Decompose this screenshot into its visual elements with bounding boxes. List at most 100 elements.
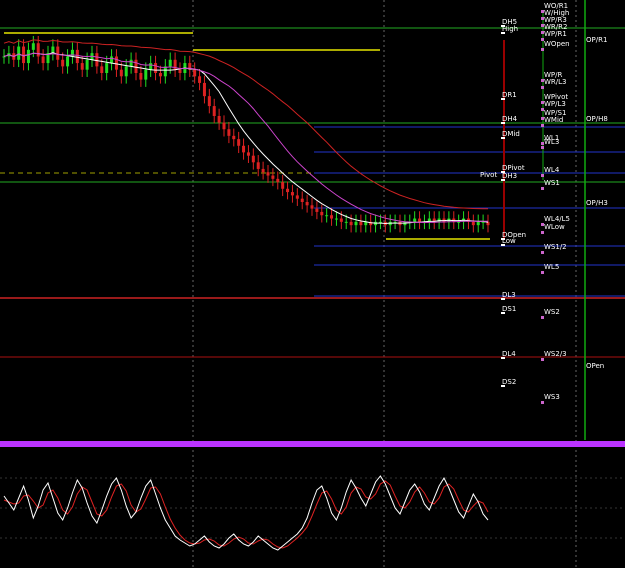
candle-body-51	[251, 155, 255, 163]
daily-label-11: DL4	[502, 350, 516, 358]
chart-background	[0, 0, 625, 568]
weekly-marker-7	[541, 86, 544, 89]
weekly-marker-22	[541, 401, 544, 404]
candle-body-31	[154, 63, 158, 73]
weekly-marker-18	[541, 251, 544, 254]
weekly-label-18: WS1/2	[544, 243, 567, 251]
candle-body-60	[295, 195, 299, 199]
candle-body-68	[334, 218, 338, 220]
candle-body-29	[144, 69, 148, 80]
candle-body-4	[22, 46, 26, 64]
panel-separator	[0, 441, 625, 447]
weekly-marker-15	[541, 187, 544, 190]
candle-body-12	[61, 59, 65, 67]
weekly-marker-19	[541, 271, 544, 274]
candle-body-59	[290, 192, 294, 196]
weekly-label-15: WS1	[544, 179, 560, 187]
candle-body-66	[325, 215, 329, 217]
candle-body-57	[281, 182, 285, 189]
daily-label-10: DS1	[502, 305, 516, 313]
candle-body-58	[286, 188, 290, 193]
candle-body-96	[471, 221, 475, 226]
candle-body-85	[418, 218, 422, 222]
candle-body-40	[198, 76, 202, 83]
daily-label-2: DR1	[502, 91, 517, 99]
daily-marker-4	[501, 137, 505, 139]
weekly-label-5: WOpen	[544, 40, 570, 48]
candle-body-21	[105, 63, 109, 73]
weekly-marker-21	[541, 358, 544, 361]
candle-body-65	[320, 211, 324, 216]
other-label-2: OP/H3	[586, 199, 608, 207]
candle-body-73	[359, 221, 363, 226]
weekly-marker-14	[541, 174, 544, 177]
daily-marker-11	[501, 357, 505, 359]
candle-body-61	[300, 198, 304, 202]
candle-body-3	[17, 46, 21, 60]
candle-body-44	[217, 116, 221, 123]
candle-body-28	[139, 73, 143, 80]
weekly-label-22: WS3	[544, 393, 560, 401]
candle-body-30	[149, 63, 153, 70]
candle-body-7	[36, 43, 40, 57]
candle-body-39	[193, 69, 197, 77]
daily-label-6: DH3	[502, 172, 517, 180]
weekly-marker-11	[541, 124, 544, 127]
weekly-label-13: WL3	[544, 138, 559, 146]
candle-body-71	[349, 221, 353, 226]
candle-body-56	[276, 178, 280, 183]
other-label-4: Pivot	[480, 171, 497, 179]
candle-body-84	[413, 218, 417, 222]
candle-body-47	[232, 135, 236, 140]
weekly-label-20: WS2	[544, 308, 560, 316]
weekly-marker-13	[541, 146, 544, 149]
daily-marker-3	[501, 122, 505, 124]
daily-label-8: Low	[502, 237, 516, 245]
candle-body-17	[85, 59, 89, 70]
candle-body-6	[31, 43, 35, 50]
candle-body-52	[256, 162, 260, 169]
candle-body-97	[476, 221, 480, 226]
candle-body-13	[66, 56, 70, 67]
other-label-1: OP/H8	[586, 115, 608, 123]
candle-body-69	[339, 218, 343, 222]
candle-body-36	[178, 69, 182, 73]
candle-body-55	[271, 175, 275, 179]
weekly-label-7: WR/L3	[544, 78, 567, 86]
candle-body-34	[168, 59, 172, 67]
weekly-marker-20	[541, 316, 544, 319]
candle-body-41	[202, 82, 206, 97]
forex-chart[interactable]: DH5HighDR1DH4DMidDPivotDH3DOpenLowDL3DS1…	[0, 0, 625, 568]
candle-body-16	[80, 63, 84, 70]
candle-body-42	[207, 96, 211, 107]
candle-body-70	[344, 221, 348, 223]
candle-body-32	[158, 73, 162, 77]
daily-marker-12	[501, 385, 505, 387]
daily-label-9: DL3	[502, 291, 516, 299]
daily-marker-1	[501, 32, 505, 34]
daily-marker-2	[501, 98, 505, 100]
weekly-marker-5	[541, 48, 544, 51]
candle-body-5	[26, 49, 30, 64]
other-label-3: OPen	[586, 362, 604, 370]
candle-body-25	[124, 66, 128, 77]
candle-body-50	[246, 152, 250, 156]
candle-body-11	[56, 46, 60, 60]
candle-body-45	[222, 122, 226, 130]
daily-label-4: DMid	[502, 130, 520, 138]
weekly-label-14: WL4	[544, 166, 560, 174]
weekly-label-21: WS2/3	[544, 350, 567, 358]
candle-body-15	[75, 49, 79, 64]
weekly-label-9: WP/L3	[544, 100, 566, 108]
candle-body-23	[114, 56, 118, 70]
daily-marker-10	[501, 312, 505, 314]
candle-body-8	[41, 56, 45, 64]
candle-body-72	[354, 221, 358, 226]
daily-label-12: DS2	[502, 378, 516, 386]
daily-marker-8	[501, 244, 505, 246]
weekly-label-16: WL4/L5	[544, 215, 570, 223]
daily-marker-9	[501, 298, 505, 300]
daily-marker-6	[501, 179, 505, 181]
weekly-label-11: WMid	[544, 116, 563, 124]
candle-body-27	[134, 59, 138, 73]
